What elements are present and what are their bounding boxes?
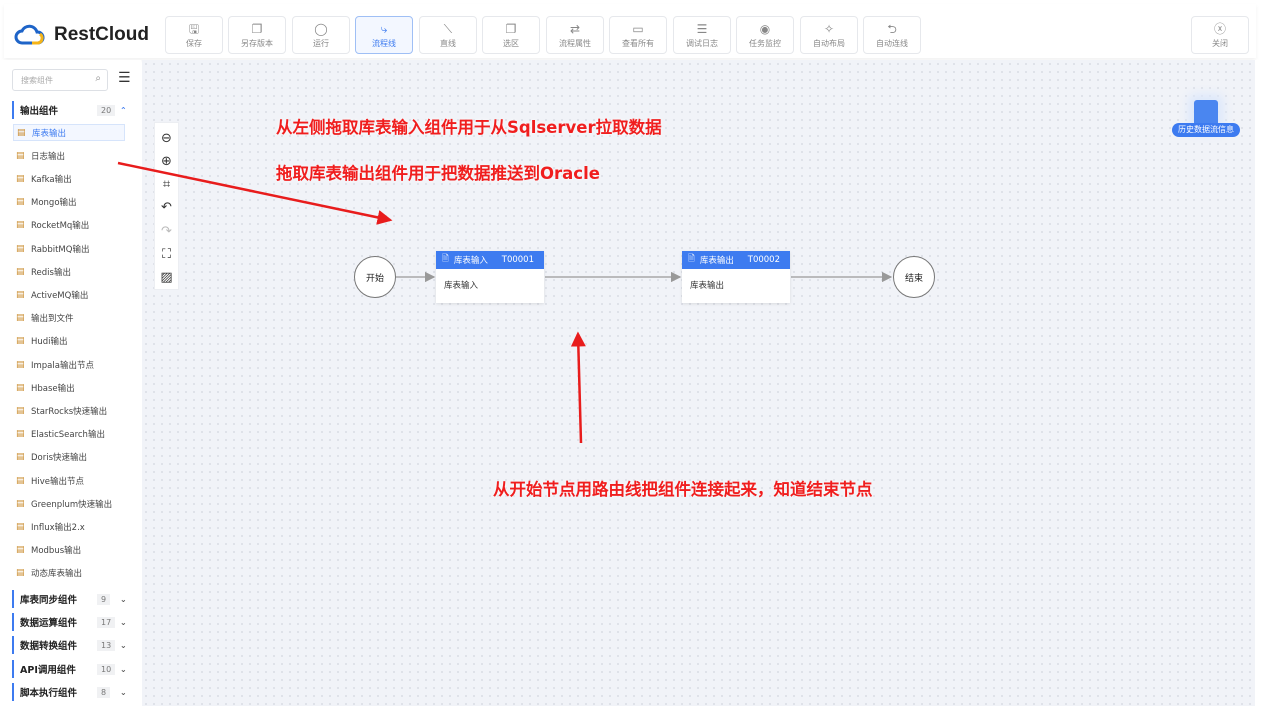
history-label: 历史数据流信息: [1172, 123, 1240, 137]
node-body: 库表输入: [444, 281, 479, 291]
annotation-3: 从开始节点用路由线把组件连接起来，知道结束节点: [493, 480, 873, 499]
node-id: T00002: [747, 255, 780, 265]
table-doc-icon: 🗎: [688, 254, 695, 264]
table-doc-icon: 🗎: [442, 254, 449, 264]
flow-node-table-output[interactable]: 🗎 库表输出 T00002 库表输出: [682, 251, 790, 303]
annotation-arrow-connect: [570, 331, 586, 444]
node-body: 库表输出: [690, 281, 725, 291]
node-id: T00001: [501, 255, 534, 265]
flow-node-table-input[interactable]: 🗎 库表输入 T00001 库表输入: [436, 251, 544, 303]
annotation-2: 拖取库表输出组件用于把数据推送到Oracle: [276, 164, 600, 183]
start-node[interactable]: 开始: [354, 256, 396, 298]
annotation-1: 从左侧拖取库表输入组件用于从Sqlserver拉取数据: [276, 118, 662, 137]
node-title: 库表输出: [699, 256, 734, 266]
connectors: [117, 161, 893, 444]
node-title: 库表输入: [453, 256, 488, 266]
end-node[interactable]: 结束: [893, 256, 935, 298]
history-dataflow-button[interactable]: 历史数据流信息: [1172, 100, 1240, 140]
